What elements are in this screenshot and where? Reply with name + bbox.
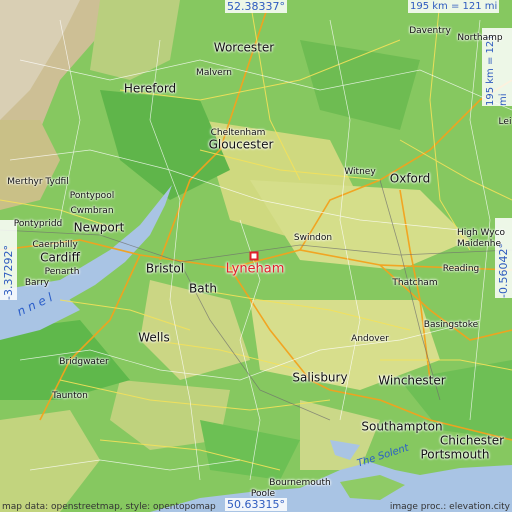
place-newport: Newport: [73, 220, 125, 235]
place-gloucester: Gloucester: [208, 137, 274, 152]
place-worcester: Worcester: [213, 40, 275, 55]
place-cardiff: Cardiff: [40, 250, 80, 265]
map-data-credit: map data: openstreetmap, style: opentopo…: [2, 502, 216, 512]
place-hereford: Hereford: [123, 81, 177, 96]
place-salisbury: Salisbury: [292, 370, 348, 385]
place-merthyr-tydfil: Merthyr Tydfil: [7, 177, 69, 187]
target-location-label: Lyneham: [225, 261, 285, 277]
place-barry: Barry: [24, 278, 50, 288]
place-leicester: Lei: [498, 117, 512, 127]
latitude-top-label: 52.38337°: [225, 0, 287, 13]
place-poole: Poole: [250, 489, 276, 499]
place-cheltenham: Cheltenham: [210, 128, 266, 138]
place-bournemouth: Bournemouth: [269, 478, 331, 488]
scale-bar-top: 195 km = 121 mi: [408, 0, 500, 13]
place-portsmouth: Portsmouth: [420, 447, 490, 462]
longitude-left-label: -3.37292°: [0, 220, 17, 300]
place-bath: Bath: [189, 281, 217, 296]
place-bridgwater: Bridgwater: [59, 357, 109, 367]
latitude-bottom-label: 50.63315°: [225, 498, 287, 511]
place-oxford: Oxford: [389, 171, 431, 186]
place-chichester: Chichester: [439, 433, 505, 448]
place-penarth: Penarth: [44, 267, 80, 277]
place-reading: Reading: [442, 264, 480, 274]
place-wells: Wells: [138, 330, 170, 345]
place-cwmbran: Cwmbran: [70, 206, 114, 216]
place-caerphilly: Caerphilly: [32, 240, 78, 250]
place-swindon: Swindon: [293, 233, 333, 243]
place-winchester: Winchester: [378, 373, 446, 388]
place-malvern: Malvern: [196, 68, 232, 78]
place-taunton: Taunton: [52, 391, 88, 401]
place-pontypridd: Pontypridd: [13, 219, 63, 229]
place-daventry: Daventry: [409, 26, 451, 36]
image-processing-credit: image proc.: elevation.city: [389, 502, 510, 512]
place-southampton: Southampton: [361, 419, 443, 434]
place-pontypool: Pontypool: [69, 191, 115, 201]
place-northampton: Northamp: [457, 33, 503, 43]
place-andover: Andover: [351, 334, 389, 344]
place-thatcham: Thatcham: [392, 278, 438, 288]
place-high-wycombe: High Wyco: [456, 228, 506, 238]
place-maidenhead: Maidenhe: [457, 239, 501, 249]
place-bristol: Bristol: [145, 261, 185, 276]
place-basingstoke: Basingstoke: [423, 320, 479, 330]
location-marker-icon[interactable]: [249, 251, 259, 261]
place-witney: Witney: [344, 167, 376, 177]
